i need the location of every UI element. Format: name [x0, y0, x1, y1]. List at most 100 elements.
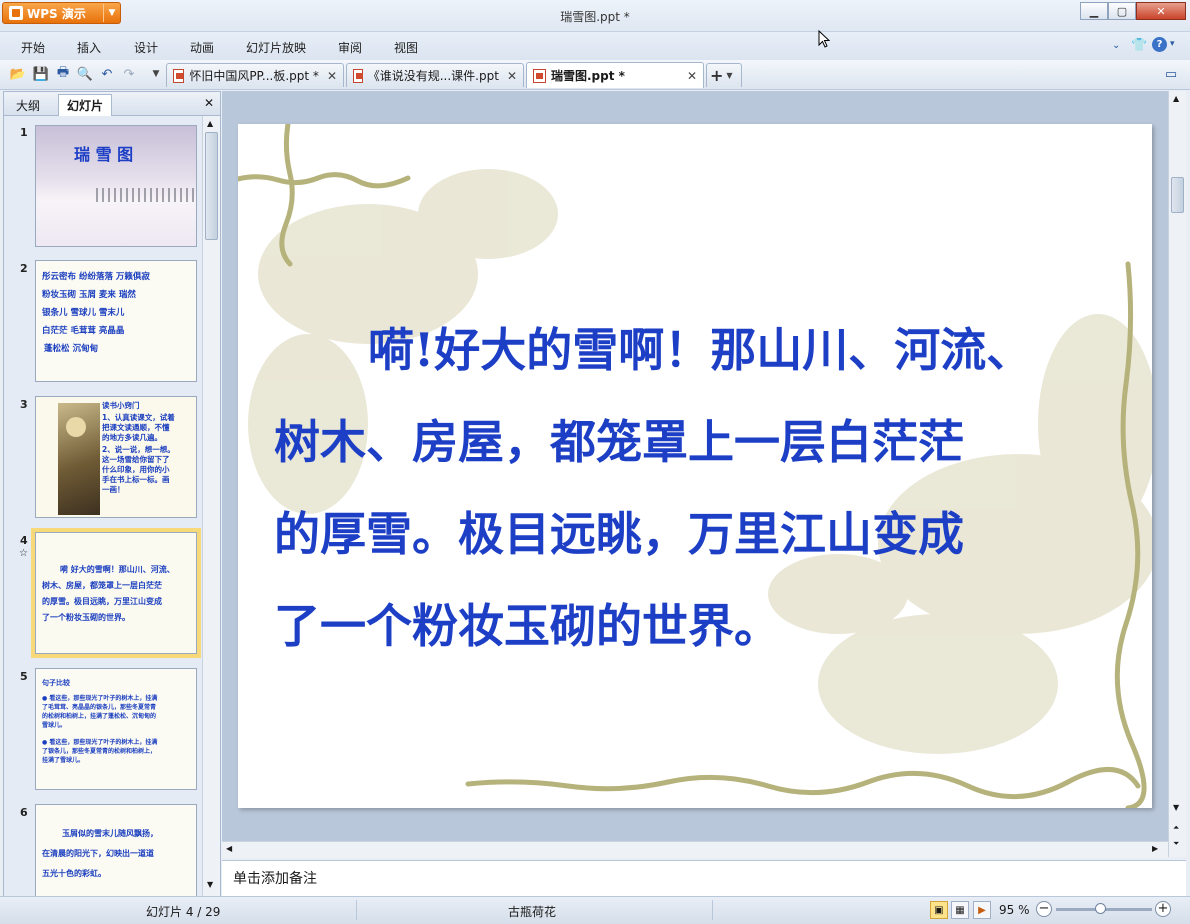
- menu-design[interactable]: 设计: [134, 39, 158, 56]
- thumb-text: 在清晨的阳光下，幻映出一道道: [42, 849, 154, 858]
- thumb-text: 1、认真读课文，试着: [102, 413, 175, 422]
- thumb-text: 树木、房屋，都笼罩上一层白茫茫: [42, 581, 162, 590]
- menu-animation[interactable]: 动画: [190, 39, 214, 56]
- scroll-down-icon[interactable]: ▼: [207, 880, 213, 889]
- ribbon-collapse-icon[interactable]: ⌄: [1112, 40, 1120, 51]
- thumb-text: 挂满了雪球儿。: [42, 757, 85, 764]
- doc-tab-1[interactable]: 怀旧中国风PP...板.ppt * ✕: [166, 63, 344, 87]
- slide-thumb-2[interactable]: 彤云密布 纷纷落落 万籁俱寂 粉妆玉砌 玉屑 麦来 瑞然 银条儿 雪球儿 雪末儿…: [35, 260, 197, 382]
- new-tab-button[interactable]: + ▼: [706, 63, 742, 87]
- chevron-down-icon[interactable]: ▼: [104, 8, 120, 18]
- doc-tab-3-active[interactable]: 瑞雪图.ppt * ✕: [526, 62, 704, 88]
- zoom-level: 95 %: [999, 903, 1030, 917]
- slide-canvas[interactable]: 嗬!好大的雪啊！那山川、河流、 树木、房屋，都笼罩上一层白茫茫 的厚雪。极目远眺…: [238, 124, 1152, 808]
- previous-slide-icon[interactable]: ⏶: [1173, 823, 1179, 833]
- zoom-out-icon[interactable]: −: [1036, 901, 1052, 917]
- slides-panel: 大纲 幻灯片 ✕ 1 瑞 雪 图 2 彤云密布 纷纷落落 万籁俱寂 粉妆玉砌 玉…: [3, 91, 221, 896]
- menu-insert[interactable]: 插入: [77, 39, 101, 56]
- normal-view-icon[interactable]: ▣: [930, 901, 948, 919]
- status-bar: 幻灯片 4 / 29 古瓶荷花 ▣ ▦ ▶ 95 % − +: [0, 896, 1190, 924]
- tab-slides[interactable]: 幻灯片: [58, 94, 113, 116]
- thumb-text: 五光十色的彩虹。: [42, 869, 106, 878]
- maximize-button[interactable]: ▢: [1108, 2, 1136, 20]
- thumb-title: 瑞 雪 图: [74, 145, 134, 164]
- thumb-text: 这一场雪给你留下了: [102, 455, 170, 464]
- zoom-in-icon[interactable]: +: [1155, 901, 1171, 917]
- open-folder-icon[interactable]: 📂: [9, 65, 27, 83]
- menu-home[interactable]: 开始: [21, 39, 45, 56]
- thumb-text: 2、说一说，想一想。: [102, 445, 175, 454]
- thumb-text: 白茫茫 毛茸茸 亮晶晶: [42, 326, 125, 336]
- thumb-text: 银条儿 雪球儿 雪末儿: [42, 308, 125, 318]
- print-icon[interactable]: 🖶: [54, 65, 72, 83]
- close-panel-icon[interactable]: ✕: [204, 96, 214, 110]
- thumb-text: 手在书上标一标。画: [102, 475, 170, 484]
- thumb-text: ● 看这些，那些现光了叶子的树木上，挂满: [42, 695, 158, 702]
- close-tab-icon[interactable]: ✕: [679, 69, 697, 83]
- slide-vertical-scrollbar[interactable]: ▲ ▼ ⏶ ⏷: [1168, 91, 1186, 857]
- close-tab-icon[interactable]: ✕: [319, 69, 337, 83]
- menu-bar: 开始 插入 设计 动画 幻灯片放映 审阅 视图 ⌄ 👕 ? ▾: [0, 32, 1190, 60]
- scroll-thumb[interactable]: [1171, 177, 1184, 213]
- menu-review[interactable]: 审阅: [338, 39, 362, 56]
- scroll-down-icon[interactable]: ▼: [1173, 803, 1179, 812]
- slide-text-line-1: 嗬!好大的雪啊！那山川、河流、: [368, 323, 1033, 377]
- next-slide-icon[interactable]: ⏷: [1173, 839, 1179, 849]
- tab-outline[interactable]: 大纲: [8, 94, 48, 116]
- slide-thumb-3[interactable]: 读书小窍门 1、认真读课文，试着 把课文读通顺，不懂 的地方多读几遍。 2、说一…: [35, 396, 197, 518]
- thumb-number: 1: [20, 126, 28, 139]
- slide-thumb-1[interactable]: 瑞 雪 图: [35, 125, 197, 247]
- thumb-text: 了一个粉妆玉砌的世界。: [42, 613, 130, 622]
- scroll-up-icon[interactable]: ▲: [1173, 94, 1179, 103]
- scroll-right-icon[interactable]: ▶: [1152, 844, 1158, 853]
- thumbnail-scrollbar[interactable]: ▲ ▼: [202, 116, 220, 896]
- animation-star-icon: ☆: [19, 548, 28, 559]
- slide-thumb-4[interactable]: 嗬 好大的雪啊！那山川、河流、 树木、房屋，都笼罩上一层白茫茫 的厚雪。极目远眺…: [35, 532, 197, 654]
- thumb-text: 读书小窍门: [102, 401, 140, 410]
- doc-tab-label: 《谁说没有规...课件.ppt: [367, 69, 499, 83]
- scroll-up-icon[interactable]: ▲: [207, 119, 213, 128]
- title-bar: WPS 演示 ▼ 瑞雪图.ppt * ▁ ▢ ✕: [0, 0, 1190, 32]
- zoom-slider-handle[interactable]: [1095, 903, 1106, 914]
- thumb-text: 什么印象，用你的小: [102, 465, 170, 474]
- skin-shirt-icon[interactable]: 👕: [1131, 38, 1147, 53]
- help-icon[interactable]: ?: [1152, 37, 1167, 52]
- doc-tab-label: 怀旧中国风PP...板.ppt *: [189, 69, 319, 83]
- scroll-thumb[interactable]: [205, 132, 218, 240]
- slide-sorter-icon[interactable]: ▦: [951, 901, 969, 919]
- thumb-number: 6: [20, 806, 28, 819]
- close-button[interactable]: ✕: [1136, 2, 1186, 20]
- thumb-number: 5: [20, 670, 28, 683]
- thumb-text: 把课文读通顺，不懂: [102, 423, 170, 432]
- thumb-text: 粉妆玉砌 玉屑 麦来 瑞然: [42, 290, 136, 300]
- doc-tab-2[interactable]: 《谁说没有规...课件.ppt ✕: [346, 63, 524, 87]
- save-icon[interactable]: 💾: [32, 65, 50, 83]
- thumb-number: 2: [20, 262, 28, 275]
- slide-horizontal-scrollbar[interactable]: ◀ ▶: [222, 841, 1168, 858]
- help-dropdown-icon[interactable]: ▾: [1170, 39, 1175, 49]
- thumb-text: ● 看这些，那些现光了叶子的树木上，挂满: [42, 739, 158, 746]
- mouse-cursor-icon: [818, 30, 830, 48]
- theme-name: 古瓶荷花: [508, 905, 557, 919]
- notes-pane[interactable]: 单击添加备注: [222, 860, 1186, 896]
- ppt-file-icon: [353, 68, 363, 83]
- undo-icon[interactable]: ↶: [98, 65, 116, 83]
- plus-icon: +: [710, 66, 724, 85]
- customize-toolbar-icon[interactable]: ▼: [147, 65, 165, 83]
- thumb-number: 4: [20, 534, 28, 547]
- scroll-left-icon[interactable]: ◀: [226, 844, 232, 853]
- wps-brand-label: WPS 演示: [27, 6, 86, 21]
- wps-app-menu-button[interactable]: WPS 演示 ▼: [2, 2, 121, 24]
- menu-slideshow[interactable]: 幻灯片放映: [246, 39, 306, 56]
- slide-thumb-5[interactable]: 句子比较 ● 看这些，那些现光了叶子的树木上，挂满 了毛茸茸、亮晶晶的银条儿，那…: [35, 668, 197, 790]
- close-tab-icon[interactable]: ✕: [499, 69, 517, 83]
- chevron-down-icon[interactable]: ▼: [726, 71, 732, 80]
- menu-view[interactable]: 视图: [394, 39, 418, 56]
- minimize-button[interactable]: ▁: [1080, 2, 1108, 20]
- slideshow-play-icon[interactable]: ▶: [973, 901, 991, 919]
- print-preview-icon[interactable]: 🔍: [76, 65, 94, 83]
- slide-thumb-6[interactable]: 玉屑似的雪末儿随风飘扬， 在清晨的阳光下，幻映出一道道 五光十色的彩虹。: [35, 804, 197, 896]
- redo-icon[interactable]: ↷: [120, 65, 138, 83]
- notes-placeholder: 单击添加备注: [233, 871, 317, 887]
- restore-layout-icon[interactable]: ▭: [1162, 65, 1180, 83]
